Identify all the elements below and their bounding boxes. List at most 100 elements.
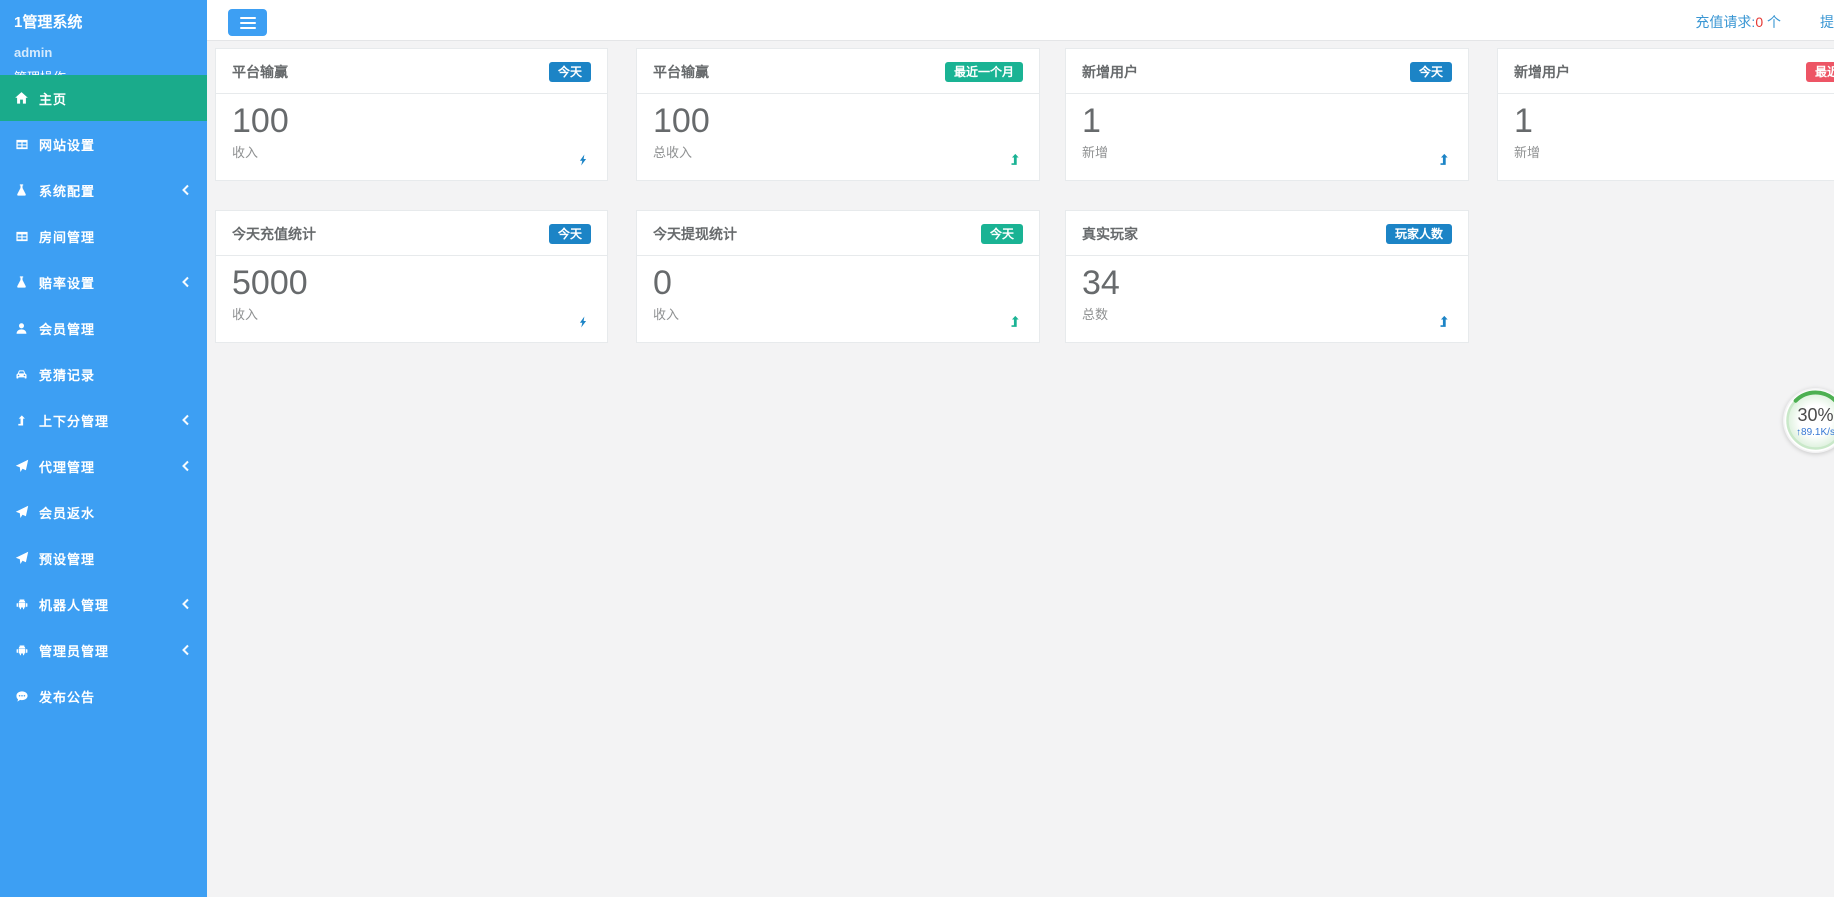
stat-card-new-users-today: 新增用户 今天 1 新增 bbox=[1065, 48, 1469, 181]
sidebar-item-member-management[interactable]: 会员管理 bbox=[0, 305, 207, 351]
chevron-left-icon bbox=[180, 598, 191, 610]
card-badge: 今天 bbox=[549, 224, 591, 244]
card-value: 100 bbox=[653, 102, 1023, 141]
sidebar-item-label: 系统配置 bbox=[39, 181, 180, 200]
card-value: 34 bbox=[1082, 264, 1452, 303]
sidebar-item-label: 赔率设置 bbox=[39, 273, 180, 292]
chevron-left-icon bbox=[180, 276, 191, 288]
card-title: 今天提现统计 bbox=[653, 224, 737, 244]
paper-plane-icon bbox=[13, 551, 30, 566]
stat-card-platform-winloss-month: 平台输赢 最近一个月 100 总收入 bbox=[636, 48, 1040, 181]
sidebar-item-robot-management[interactable]: 机器人管理 bbox=[0, 581, 207, 627]
chevron-left-icon bbox=[180, 460, 191, 472]
card-sublabel: 收入 bbox=[653, 304, 1023, 323]
card-sublabel: 新增 bbox=[1514, 142, 1834, 161]
chevron-left-icon bbox=[180, 414, 191, 426]
card-badge: 最近一个月 bbox=[945, 62, 1023, 82]
sidebar-item-bet-records[interactable]: 竞猜记录 bbox=[0, 351, 207, 397]
card-badge: 今天 bbox=[549, 62, 591, 82]
comment-icon bbox=[13, 689, 30, 704]
sidebar-item-label: 机器人管理 bbox=[39, 595, 180, 614]
card-value: 100 bbox=[232, 102, 591, 141]
sidebar-item-label: 会员返水 bbox=[39, 503, 191, 522]
card-title: 平台输赢 bbox=[653, 62, 709, 82]
table-icon bbox=[13, 229, 30, 244]
stat-card-recharge-today: 今天充值统计 今天 5000 收入 bbox=[215, 210, 608, 343]
stat-card-real-players: 真实玩家 玩家人数 34 总数 bbox=[1065, 210, 1469, 343]
sidebar-item-admin-management[interactable]: 管理员管理 bbox=[0, 627, 207, 673]
user-icon bbox=[13, 321, 30, 336]
card-sublabel: 总数 bbox=[1082, 304, 1452, 323]
stat-card-withdraw-today: 今天提现统计 今天 0 收入 bbox=[636, 210, 1040, 343]
sidebar-item-preset-management[interactable]: 预设管理 bbox=[0, 535, 207, 581]
topbar: 充值请求:0 个 提现 bbox=[207, 0, 1834, 41]
chevron-left-icon bbox=[180, 184, 191, 196]
level-up-icon bbox=[1009, 315, 1023, 329]
stat-card-platform-winloss-today: 平台输赢 今天 100 收入 bbox=[215, 48, 608, 181]
sidebar-toggle-button[interactable] bbox=[228, 9, 267, 36]
sidebar-item-publish-announcement[interactable]: 发布公告 bbox=[0, 673, 207, 719]
withdraw-requests-link[interactable]: 提现 bbox=[1820, 12, 1834, 32]
card-sublabel: 总收入 bbox=[653, 142, 1023, 161]
card-value: 5000 bbox=[232, 264, 591, 303]
card-badge: 今天 bbox=[981, 224, 1023, 244]
card-badge: 今天 bbox=[1410, 62, 1452, 82]
card-title: 今天充值统计 bbox=[232, 224, 316, 244]
sidebar-nav: 主页 网站设置 系统配置 房间管理 赔率设置 bbox=[0, 75, 207, 719]
recharge-unit: 个 bbox=[1767, 14, 1781, 30]
sidebar-item-score-management[interactable]: 上下分管理 bbox=[0, 397, 207, 443]
sidebar-item-label: 管理员管理 bbox=[39, 641, 180, 660]
sidebar-item-label: 预设管理 bbox=[39, 549, 191, 568]
sidebar-item-label: 发布公告 bbox=[39, 687, 191, 706]
bolt-icon bbox=[577, 315, 591, 329]
sidebar-item-member-rebate[interactable]: 会员返水 bbox=[0, 489, 207, 535]
network-speed-gauge[interactable]: 30% ↑89.1K/s bbox=[1783, 388, 1834, 453]
flask-icon bbox=[13, 275, 30, 290]
level-up-icon bbox=[13, 413, 30, 428]
android-icon bbox=[13, 597, 30, 612]
paper-plane-icon bbox=[13, 505, 30, 520]
sidebar-item-label: 房间管理 bbox=[39, 227, 191, 246]
card-title: 真实玩家 bbox=[1082, 224, 1138, 244]
level-up-icon bbox=[1438, 315, 1452, 329]
sidebar-item-label: 上下分管理 bbox=[39, 411, 180, 430]
flask-icon bbox=[13, 183, 30, 198]
recharge-count: 0 bbox=[1755, 14, 1763, 30]
card-sublabel: 收入 bbox=[232, 304, 591, 323]
sidebar-item-label: 代理管理 bbox=[39, 457, 180, 476]
card-sublabel: 收入 bbox=[232, 142, 591, 161]
card-value: 1 bbox=[1514, 102, 1834, 141]
android-icon bbox=[13, 643, 30, 658]
sidebar-item-site-settings[interactable]: 网站设置 bbox=[0, 121, 207, 167]
card-title: 平台输赢 bbox=[232, 62, 288, 82]
sidebar-item-room-management[interactable]: 房间管理 bbox=[0, 213, 207, 259]
paper-plane-icon bbox=[13, 459, 30, 474]
sidebar-item-label: 网站设置 bbox=[39, 135, 191, 154]
recharge-requests-link[interactable]: 充值请求:0 个 bbox=[1695, 12, 1781, 32]
withdraw-label: 提现 bbox=[1820, 14, 1834, 30]
hamburger-icon bbox=[240, 17, 256, 19]
sidebar-item-agent-management[interactable]: 代理管理 bbox=[0, 443, 207, 489]
sidebar-item-label: 会员管理 bbox=[39, 319, 191, 338]
stat-card-new-users-month: 新增用户 最近一个月 1 新增 bbox=[1497, 48, 1834, 181]
gauge-speed: ↑89.1K/s bbox=[1796, 427, 1834, 438]
card-badge: 最近一个月 bbox=[1806, 62, 1834, 82]
sidebar-item-label: 竞猜记录 bbox=[39, 365, 191, 384]
card-title: 新增用户 bbox=[1514, 62, 1570, 82]
sidebar-item-system-config[interactable]: 系统配置 bbox=[0, 167, 207, 213]
level-up-icon bbox=[1438, 153, 1452, 167]
home-icon bbox=[13, 91, 30, 106]
recharge-label: 充值请求: bbox=[1695, 14, 1755, 30]
sidebar-item-odds-settings[interactable]: 赔率设置 bbox=[0, 259, 207, 305]
bolt-icon bbox=[577, 153, 591, 167]
sidebar-item-label: 主页 bbox=[39, 89, 191, 108]
card-sublabel: 新增 bbox=[1082, 142, 1452, 161]
chevron-left-icon bbox=[180, 644, 191, 656]
sidebar: 1管理系统 admin 管理操作 主页 网站设置 系统配置 房间管理 bbox=[0, 0, 207, 897]
dashboard-screen: 1管理系统 admin 管理操作 主页 网站设置 系统配置 房间管理 bbox=[0, 0, 1834, 897]
card-badge: 玩家人数 bbox=[1386, 224, 1452, 244]
username: admin bbox=[0, 32, 207, 60]
sidebar-item-home[interactable]: 主页 bbox=[0, 75, 207, 121]
table-icon bbox=[13, 137, 30, 152]
card-title: 新增用户 bbox=[1082, 62, 1138, 82]
